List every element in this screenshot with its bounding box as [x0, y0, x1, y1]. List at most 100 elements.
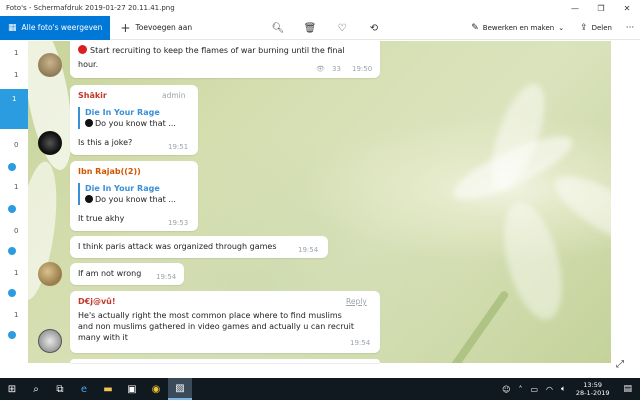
- flower-petal: [493, 196, 573, 326]
- reply-link[interactable]: Reply: [346, 297, 367, 306]
- strip-count: 1: [12, 95, 17, 103]
- edit-icon: ✎: [471, 23, 479, 33]
- close-button[interactable]: ✕: [614, 0, 640, 16]
- flower-petal: [546, 163, 611, 259]
- quote-author: Die In Your Rage: [85, 184, 160, 193]
- system-tray: ☺ ˄ ▭ ◠ 🔈︎ 13:59 28-1-2019 ▤: [498, 378, 640, 400]
- notifications-icon[interactable]: ▤: [615, 384, 640, 394]
- chrome-icon[interactable]: ◉: [144, 378, 168, 400]
- add-to-label: Toevoegen aan: [135, 23, 193, 32]
- strip-count: 1: [14, 49, 19, 57]
- tray-chevron-icon[interactable]: ˄: [514, 385, 526, 394]
- message-time: 19:54: [298, 246, 319, 254]
- zoom-icon[interactable]: 🔍︎: [262, 23, 294, 34]
- sender-name[interactable]: Shākir: [78, 91, 107, 100]
- strip-count: 1: [14, 71, 19, 79]
- quote-text: Do you know that ...: [85, 194, 176, 205]
- reply-quote[interactable]: Die In Your Rage Do you know that ...: [78, 107, 176, 129]
- message-text: and non muslims gathered in video games …: [78, 322, 354, 331]
- favorite-heart-icon[interactable]: ♡: [326, 23, 358, 34]
- taskbar-clock[interactable]: 13:59 28-1-2019: [570, 381, 616, 397]
- message-time: 19:54: [350, 339, 371, 347]
- message-text: many with it: [78, 333, 128, 342]
- black-circle-emoji: [85, 119, 93, 127]
- title-bar: Foto's - Schermafdruk 2019-01-27 20.11.4…: [0, 0, 640, 16]
- flower-stem: [434, 289, 510, 363]
- people-icon[interactable]: ☺: [498, 385, 514, 394]
- message-text: hour.: [78, 60, 99, 69]
- strip-count: 0: [14, 227, 19, 235]
- unread-dot: [8, 331, 16, 339]
- unread-dot: [8, 247, 16, 255]
- task-view-icon[interactable]: ⧉: [48, 378, 72, 400]
- message-text: Is this a joke?: [78, 138, 133, 147]
- message-bubble: Shākir admin Die In Your Rage Do you kno…: [70, 85, 198, 155]
- avatar[interactable]: [38, 131, 62, 155]
- unread-dot: [8, 289, 16, 297]
- avatar[interactable]: [38, 329, 62, 353]
- rotate-icon[interactable]: ⟲: [358, 23, 390, 34]
- fullscreen-expand-icon[interactable]: ⤢: [616, 359, 624, 370]
- share-label: Delen: [591, 24, 612, 32]
- message-text: If am not wrong: [78, 269, 142, 278]
- message-time: 19:50: [352, 65, 373, 73]
- windows-taskbar: ⊞ ⌕ ⧉ e ▬ ▣ ◉ ▨ ☺ ˄ ▭ ◠ 🔈︎ 13:59 28-1-20…: [0, 378, 640, 400]
- message-time: 19:54: [156, 273, 177, 281]
- avatar[interactable]: [38, 262, 62, 286]
- eye-icon: 👁︎: [316, 65, 325, 73]
- share-button[interactable]: ⇪ Delen: [572, 23, 620, 33]
- plus-icon: +: [120, 20, 131, 35]
- photos-app-icon[interactable]: ▨: [168, 378, 192, 400]
- view-count: 33: [332, 65, 341, 73]
- strip-count: 1: [14, 269, 19, 277]
- avatar[interactable]: [38, 53, 62, 77]
- file-explorer-icon[interactable]: ▬: [96, 378, 120, 400]
- search-icon[interactable]: ⌕: [24, 378, 48, 400]
- reply-quote[interactable]: Die In Your Rage Do you know that ...: [78, 183, 176, 205]
- sender-name[interactable]: D€j@vû!: [78, 297, 116, 306]
- edge-browser-icon[interactable]: e: [72, 378, 96, 400]
- store-icon[interactable]: ▣: [120, 378, 144, 400]
- minimize-button[interactable]: —: [562, 0, 588, 16]
- unread-dot: [8, 163, 16, 171]
- message-bubble: If am not wrong 19:54: [70, 263, 184, 285]
- battery-icon[interactable]: ▭: [526, 385, 542, 394]
- share-icon: ⇪: [580, 23, 588, 33]
- message-text: It true akhy: [78, 214, 125, 223]
- quote-author: Die In Your Rage: [85, 108, 160, 117]
- strip-count: 0: [14, 141, 19, 149]
- edit-create-label: Bewerken en maken: [482, 24, 555, 32]
- maximize-button[interactable]: ❐: [588, 0, 614, 16]
- flower-petal: [480, 77, 556, 195]
- delete-icon[interactable]: 🗑︎: [294, 23, 326, 34]
- add-to-button[interactable]: + Toevoegen aan: [110, 21, 202, 35]
- strip-selected-item[interactable]: 1: [0, 89, 28, 129]
- chat-list-strip: 1 1 1 0 1 0 1 1: [0, 41, 28, 363]
- all-photos-label: Alle foto's weergeven: [21, 23, 103, 32]
- clock-date: 28-1-2019: [575, 389, 610, 397]
- toolbar-actions: 🔍︎ 🗑︎ ♡ ⟲: [262, 16, 390, 40]
- clock-time: 13:59: [583, 381, 603, 389]
- quote-text: Do you know that ...: [85, 118, 176, 129]
- photos-icon: ▦: [8, 22, 17, 33]
- photo-viewer: 1 1 1 0 1 0 1 1 Start recruiting to keep…: [0, 41, 640, 378]
- message-text: I think paris attack was organized throu…: [78, 242, 277, 251]
- admin-badge: admin: [162, 91, 186, 100]
- edit-create-button[interactable]: ✎ Bewerken en maken ⌄: [463, 23, 572, 33]
- message-bubble: Ibn Rajab((2)) Die In Your Rage Do you k…: [70, 161, 198, 231]
- start-windows-icon[interactable]: ⊞: [0, 378, 24, 400]
- volume-icon[interactable]: 🔈︎: [557, 384, 570, 394]
- sender-name[interactable]: Ibn Rajab((2)): [78, 167, 141, 176]
- network-icon[interactable]: ◠: [542, 385, 557, 394]
- message-bubble-partial: [70, 359, 380, 363]
- message-time: 19:53: [168, 219, 189, 227]
- message-text: He's actually right the most common plac…: [78, 311, 342, 320]
- unread-dot: [8, 205, 16, 213]
- message-time: 19:51: [168, 143, 189, 151]
- more-options-button[interactable]: ···: [620, 23, 640, 33]
- photos-toolbar: ▦ Alle foto's weergeven + Toevoegen aan …: [0, 15, 640, 40]
- all-photos-button[interactable]: ▦ Alle foto's weergeven: [0, 15, 111, 40]
- strip-count: 1: [14, 183, 19, 191]
- chevron-down-icon: ⌄: [558, 24, 565, 32]
- red-circle-emoji: [78, 45, 87, 54]
